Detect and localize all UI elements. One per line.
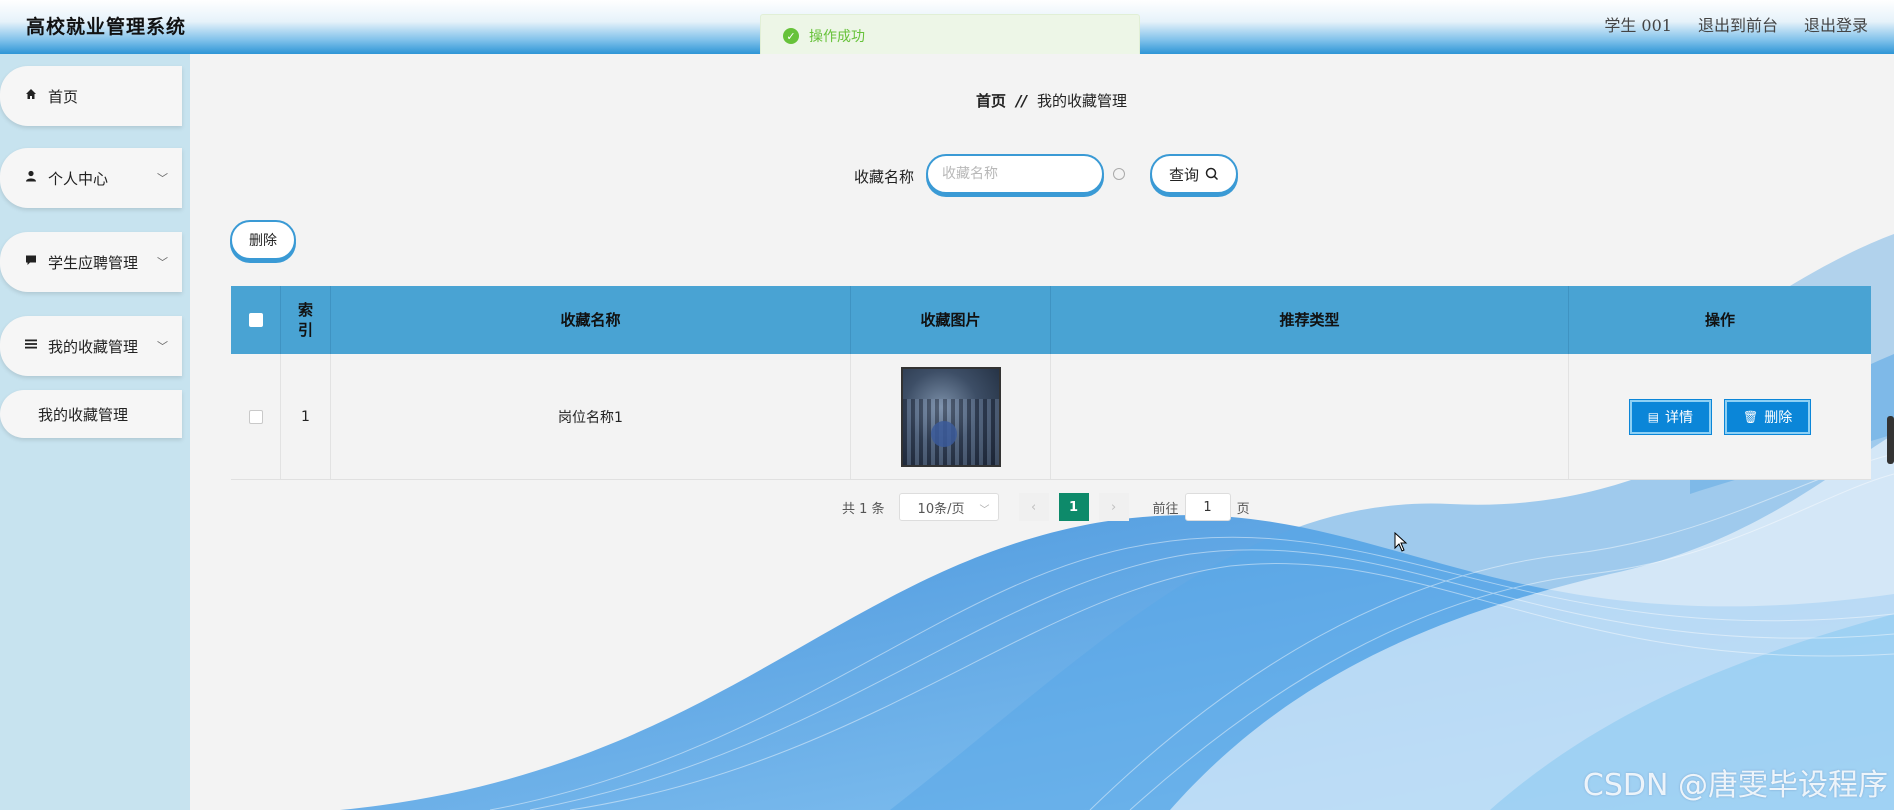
detail-label: 详情	[1665, 409, 1694, 426]
page-size-select[interactable]: 10条/页 ﹀	[898, 493, 999, 521]
toast-message: 操作成功	[809, 29, 865, 45]
search-icon	[1205, 167, 1219, 181]
goto-prefix: 前往	[1152, 501, 1179, 517]
sidebar-subitem-favorites[interactable]: 我的收藏管理	[0, 390, 182, 438]
pagination-total: 共 1 条	[842, 501, 885, 517]
sidebar: 首页 个人中心 ﹀ 学生应聘管理 ﹀ 我的收藏管理 ﹀ 我的收藏管理	[0, 54, 190, 810]
sidebar-item-label: 我的收藏管理	[48, 337, 139, 356]
delete-button[interactable]: 🗑 删除	[1724, 398, 1812, 435]
next-page-button[interactable]: ›	[1098, 493, 1129, 521]
table-row: 1 岗位名称1 ▤ 详情 🗑 删除	[231, 354, 1871, 480]
main-content: 首页 // 我的收藏管理 收藏名称 查询 删除 索引 收藏名称 收藏图片 推荐类…	[190, 54, 1894, 810]
chevron-down-icon: ﹀	[157, 256, 168, 269]
goto-page: 前往 页	[1153, 493, 1250, 521]
header-select-all	[231, 286, 281, 354]
chevron-down-icon: ﹀	[157, 172, 168, 185]
header-name: 收藏名称	[331, 286, 851, 354]
success-toast: ✓ 操作成功	[760, 14, 1140, 58]
header-index: 索引	[281, 286, 331, 354]
to-front-link[interactable]: 退出到前台	[1698, 12, 1778, 36]
row-name: 岗位名称1	[331, 354, 851, 479]
header-type: 推荐类型	[1051, 286, 1569, 354]
search-input[interactable]	[926, 154, 1104, 194]
header-actions: 操作	[1704, 311, 1735, 329]
message-icon	[24, 254, 38, 270]
mouse-cursor-icon	[1394, 532, 1408, 552]
page-size-value: 10条/页	[917, 501, 965, 517]
chevron-down-icon: ﹀	[979, 505, 990, 516]
goto-page-input[interactable]	[1184, 493, 1231, 521]
menu-icon	[24, 338, 38, 354]
breadcrumb: 首页 // 我的收藏管理	[976, 90, 1127, 111]
query-button[interactable]: 查询	[1150, 154, 1238, 194]
goto-suffix: 页	[1236, 501, 1250, 517]
loading-spinner-icon	[1113, 168, 1125, 180]
sidebar-item-label: 学生应聘管理	[48, 253, 139, 272]
row-select-cell	[231, 354, 281, 479]
scrollbar-thumb[interactable]	[1887, 416, 1894, 464]
breadcrumb-current: 我的收藏管理	[1036, 92, 1127, 110]
chevron-down-icon: ﹀	[157, 340, 168, 353]
select-all-checkbox[interactable]	[248, 313, 263, 327]
row-image-cell	[851, 354, 1051, 479]
pagination: 共 1 条 10条/页 ﹀ ‹ 1 › 前往 页	[842, 493, 1250, 521]
chevron-left-icon: ‹	[1030, 499, 1037, 515]
breadcrumb-home[interactable]: 首页	[976, 90, 1006, 111]
row-actions: ▤ 详情 🗑 删除	[1569, 354, 1871, 479]
sidebar-item-label: 个人中心	[48, 169, 109, 188]
bulk-delete-button[interactable]: 删除	[230, 220, 296, 260]
header-image: 收藏图片	[851, 286, 1051, 354]
prev-page-button[interactable]: ‹	[1018, 493, 1049, 521]
sidebar-item-home[interactable]: 首页	[0, 66, 182, 126]
watermark: CSDN @唐雯毕设程序	[1582, 768, 1888, 803]
detail-button[interactable]: ▤ 详情	[1628, 398, 1713, 435]
table-header: 索引 收藏名称 收藏图片 推荐类型 操作	[231, 286, 1871, 354]
user-label: 学生 001	[1604, 16, 1672, 35]
page-number[interactable]: 1	[1058, 493, 1089, 521]
document-icon: ▤	[1647, 409, 1660, 424]
row-type	[1051, 354, 1569, 479]
chevron-right-icon: ›	[1110, 499, 1117, 515]
breadcrumb-separator: //	[1016, 91, 1027, 110]
check-circle-icon: ✓	[783, 28, 799, 44]
home-icon	[24, 88, 38, 104]
sidebar-item-label: 首页	[48, 87, 79, 106]
app-title: 高校就业管理系统	[26, 16, 187, 38]
logout-link[interactable]: 退出登录	[1804, 12, 1868, 36]
delete-label: 删除	[1764, 409, 1793, 426]
query-label: 查询	[1168, 165, 1199, 184]
search-label: 收藏名称	[854, 168, 915, 186]
sidebar-item-favorites[interactable]: 我的收藏管理 ﹀	[0, 316, 182, 376]
user-icon	[24, 170, 38, 186]
header-actions: 学生 001 退出到前台 退出登录	[1604, 12, 1868, 36]
sidebar-item-application[interactable]: 学生应聘管理 ﹀	[0, 232, 182, 292]
sidebar-item-personal-center[interactable]: 个人中心 ﹀	[0, 148, 182, 208]
row-index: 1	[281, 354, 331, 479]
favorite-thumbnail[interactable]	[900, 366, 1001, 467]
favorites-table: 索引 收藏名称 收藏图片 推荐类型 操作 1 岗位名称1 ▤ 详情 🗑 删除	[231, 286, 1871, 480]
row-checkbox[interactable]	[248, 409, 263, 424]
trash-icon: 🗑	[1743, 409, 1759, 424]
